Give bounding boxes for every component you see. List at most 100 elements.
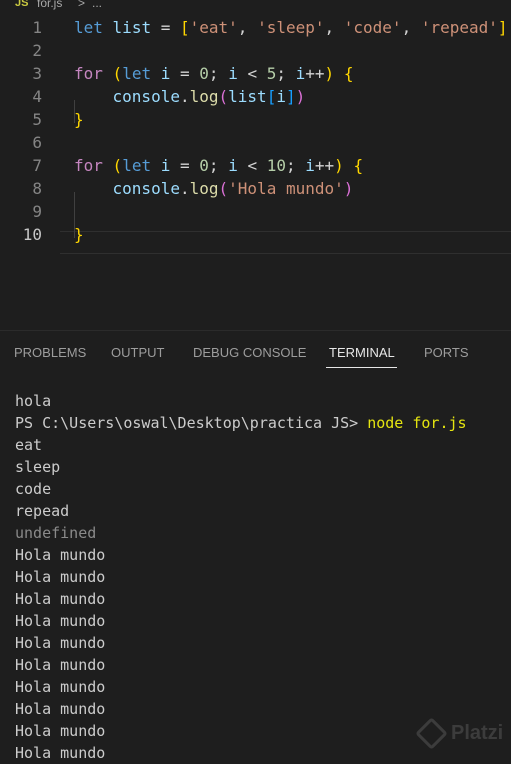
code-token: ( [218,179,229,198]
code-token: ( [218,87,229,106]
breadcrumb-more[interactable]: ... [92,0,102,10]
code-text: let list = ['eat', 'sleep', 'code', 'rep… [74,16,508,39]
active-tab-indicator [326,367,397,368]
code-token: = [151,18,180,37]
code-token: 0 [199,156,209,175]
tab-output[interactable]: OUTPUT [111,345,164,360]
code-token: 'code' [343,18,402,37]
tab-problems[interactable]: PROBLEMS [14,345,86,360]
platzi-logo-icon [415,717,448,750]
terminal-line: Hola mundo [15,546,106,564]
code-token: = [170,64,200,83]
chevron-right-icon: > [78,0,86,10]
code-token: log [189,87,219,106]
line-number: 7 [32,156,42,175]
terminal-line: Hola mundo [15,590,106,608]
code-token: 0 [199,64,209,83]
code-token: [ [266,87,277,106]
tab-terminal[interactable]: TERMINAL [329,345,395,360]
terminal-line: repead [15,502,70,520]
terminal-command: node for.js [367,414,467,432]
code-text: console.log(list[i]) [74,85,306,108]
code-token: for [74,156,103,175]
code-token: ] [497,18,508,37]
code-token: let [122,64,152,83]
line-number: 8 [32,179,42,198]
code-line: 3 for (let i = 0; i < 5; i++) { [0,62,511,85]
code-token: log [189,179,219,198]
tab-ports[interactable]: PORTS [424,345,469,360]
javascript-file-icon: JS [15,0,29,9]
terminal-line: Hola mundo [15,678,106,696]
terminal-line: Hola mundo [15,744,106,762]
code-token: < [237,64,267,83]
code-token: } [74,225,84,244]
code-token: i [228,156,238,175]
code-token: ; [208,64,229,83]
terminal-line: code [15,480,52,498]
code-token: ] [285,87,296,106]
code-token: i [160,156,171,175]
code-token: i [276,87,286,106]
breadcrumb-file[interactable]: for.js [37,0,62,10]
terminal-line: Hola mundo [15,634,106,652]
breadcrumb: JS for.js > ... [0,0,511,12]
code-token: , [237,18,258,37]
code-line: 7 for (let i = 0; i < 10; i++) { [0,154,511,177]
terminal-line: eat [15,436,43,454]
platzi-watermark: Platzi [415,717,504,750]
code-token: 'Hola mundo' [228,179,344,198]
line-number: 4 [32,87,42,106]
code-token: = [170,156,200,175]
code-text: for (let i = 0; i < 10; i++) { [74,154,363,177]
code-token: . [179,87,190,106]
code-token: [ [179,18,190,37]
code-token: i [305,156,315,175]
line-number: 5 [32,110,42,129]
terminal-line: Hola mundo [15,656,106,674]
code-token: i [160,64,171,83]
code-token: { [343,64,354,83]
code-token: 'eat' [189,18,238,37]
code-editor[interactable]: 1 let list = ['eat', 'sleep', 'code', 're… [0,15,511,330]
line-number: 1 [32,18,42,37]
tab-debug-console[interactable]: DEBUG CONSOLE [193,345,306,360]
panel-tabs: PROBLEMS OUTPUT DEBUG CONSOLE TERMINAL P… [0,331,511,369]
code-text: } [74,108,84,131]
terminal-prompt-line: PS C:\Users\oswal\Desktop\practica JS> n… [15,412,511,434]
code-line: 4 console.log(list[i]) [0,85,511,108]
code-token: 10 [266,156,286,175]
code-text: } [74,223,84,246]
code-token: < [237,156,267,175]
code-text: for (let i = 0; i < 5; i++) { [74,62,353,85]
code-token: 5 [266,64,277,83]
code-line: 5} [0,108,511,131]
code-token: ( [112,156,123,175]
code-token: console [112,87,180,106]
code-text: console.log('Hola mundo') [74,177,354,200]
code-token: , [401,18,421,37]
code-token: 'sleep' [257,18,325,37]
terminal-output[interactable]: hola PS C:\Users\oswal\Desktop\practica … [15,390,511,764]
terminal-line: sleep [15,458,61,476]
code-token: for [74,64,103,83]
code-token: 'repead' [420,18,498,37]
code-token: let [122,156,152,175]
terminal-prompt: PS C:\Users\oswal\Desktop\practica JS> [15,414,368,432]
code-token: } [74,110,84,129]
watermark-text: Platzi [451,722,504,744]
code-token: ) [343,179,354,198]
terminal-line: undefined [15,524,97,542]
code-token: ) [295,87,306,106]
code-line: 9 [0,200,511,223]
code-token: list [228,87,267,106]
line-number: 9 [32,202,42,221]
